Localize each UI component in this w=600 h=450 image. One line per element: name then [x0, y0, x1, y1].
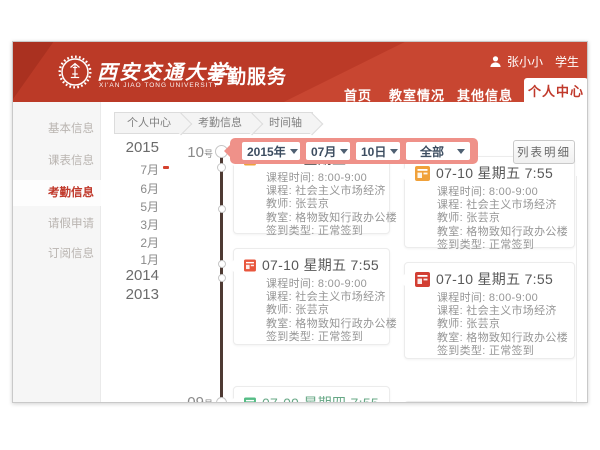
breadcrumb: 个人中心 考勤信息 时间轴	[114, 112, 313, 134]
sidebar-item-leave-request[interactable]: 请假申请	[13, 211, 101, 237]
app-header: 西安交通大学 XI'AN JIAO TONG UNIVERSITY 考勤服务 张…	[13, 42, 588, 102]
date-filter-bar: 2015年 07月 10日 全部	[230, 138, 478, 164]
attendance-card[interactable]: 07-10 星期五 7:55 课程时间: 8:00-9:00 课程: 社会主义市…	[233, 248, 390, 345]
university-logo-icon	[57, 54, 93, 90]
card-line: 教师: 张芸京	[266, 304, 379, 317]
calendar-icon	[415, 166, 430, 181]
day-select[interactable]: 10日	[356, 142, 400, 160]
calendar-icon	[244, 258, 256, 273]
card-line: 课程: 社会主义市场经济	[266, 185, 379, 198]
card-line: 课程时间: 8:00-9:00	[437, 186, 564, 199]
nav-classrooms[interactable]: 教室情况	[389, 85, 445, 102]
timeline-node	[218, 205, 226, 213]
timeline-node	[218, 274, 226, 282]
timeline-month-1[interactable]: 1月	[113, 251, 159, 268]
user-role: 学生	[555, 53, 579, 70]
user-icon	[489, 55, 502, 68]
day-group-label-09: 09号	[179, 394, 213, 403]
timeline-year-2014[interactable]: 2014	[113, 267, 159, 284]
timeline-month-5[interactable]: 5月	[113, 198, 159, 215]
timeline-node	[216, 397, 227, 404]
sidebar: 基本信息 课表信息 考勤信息 请假申请 订阅信息	[13, 102, 101, 403]
timeline-month-6[interactable]: 6月	[113, 180, 159, 197]
service-title: 考勤服务	[207, 62, 287, 89]
timeline-node	[217, 163, 226, 172]
sidebar-item-schedule-info[interactable]: 课表信息	[13, 148, 101, 174]
user-name: 张小小	[507, 53, 543, 70]
card-line: 课程: 社会主义市场经济	[266, 291, 379, 304]
timeline-year-2015[interactable]: 2015	[113, 139, 159, 156]
current-month-marker	[163, 166, 169, 169]
calendar-icon	[244, 396, 256, 404]
nav-other-info[interactable]: 其他信息	[457, 85, 513, 102]
card-title: 07-10 星期五 7:55	[262, 255, 379, 275]
card-line: 教室: 格物致知行政办公楼	[266, 212, 379, 225]
attendance-card[interactable]: 07-10 星期五 7:55 课程时间: 8:00-9:00 课程: 社会主义市…	[404, 156, 575, 248]
card-line: 教室: 格物致知行政办公楼	[437, 332, 564, 345]
card-line: 教室: 格物致知行政办公楼	[437, 226, 564, 239]
university-name-en: XI'AN JIAO TONG UNIVERSITY	[99, 82, 219, 89]
app-window: 西安交通大学 XI'AN JIAO TONG UNIVERSITY 考勤服务 张…	[12, 41, 588, 403]
caret-down-icon	[390, 149, 398, 154]
card-line: 课程: 社会主义市场经济	[437, 199, 564, 212]
sidebar-item-basic-info[interactable]: 基本信息	[13, 116, 101, 142]
card-title: 07-10 星期五 7:55	[436, 269, 553, 289]
year-select[interactable]: 2015年	[242, 142, 300, 160]
card-line: 教师: 张芸京	[437, 318, 564, 331]
type-select[interactable]: 全部	[406, 142, 470, 160]
timeline-node	[218, 260, 226, 268]
content-right-divider	[576, 176, 577, 403]
card-line: 签到类型: 正常签到	[437, 239, 564, 252]
caret-down-icon	[290, 149, 298, 154]
breadcrumb-personal-center[interactable]: 个人中心	[114, 112, 182, 134]
sidebar-item-attendance-info[interactable]: 考勤信息	[13, 180, 101, 206]
attendance-card[interactable]: 07-10 星期五 7:55 课程时间: 8:00-9:00 课程: 社会主义市…	[404, 262, 575, 359]
timeline-month-2[interactable]: 2月	[113, 234, 159, 251]
list-detail-button[interactable]: 列表明细	[513, 140, 575, 164]
card-line: 教师: 张芸京	[266, 198, 379, 211]
sidebar-item-subscription-info[interactable]: 订阅信息	[13, 241, 101, 267]
card-line: 课程时间: 8:00-9:00	[266, 172, 379, 185]
nav-personal-center-active-tab[interactable]: 个人中心	[524, 78, 588, 102]
calendar-icon	[415, 272, 430, 287]
card-line: 课程: 社会主义市场经济	[437, 305, 564, 318]
attendance-card-partial[interactable]	[404, 401, 575, 403]
card-line: 签到类型: 正常签到	[437, 345, 564, 358]
attendance-card[interactable]: 07-09 星期四 7:55	[233, 386, 390, 403]
card-title: 07-09 星期四 7:55	[262, 393, 379, 403]
card-line: 教师: 张芸京	[437, 212, 564, 225]
caret-down-icon	[457, 149, 465, 154]
timeline-year-2013[interactable]: 2013	[113, 286, 159, 303]
caret-down-icon	[340, 149, 348, 154]
user-info[interactable]: 张小小 学生	[489, 53, 579, 70]
timeline-month-7[interactable]: 7月	[113, 161, 159, 178]
card-line: 签到类型: 正常签到	[266, 225, 379, 238]
card-line: 教室: 格物致知行政办公楼	[266, 318, 379, 331]
card-title: 07-10 星期五 7:55	[436, 163, 553, 183]
card-line: 课程时间: 8:00-9:00	[266, 278, 379, 291]
card-line: 课程时间: 8:00-9:00	[437, 292, 564, 305]
timeline-month-3[interactable]: 3月	[113, 216, 159, 233]
card-line: 签到类型: 正常签到	[266, 331, 379, 344]
nav-home[interactable]: 首页	[344, 85, 372, 102]
breadcrumb-attendance-info[interactable]: 考勤信息	[182, 112, 253, 134]
day-group-label-10: 10号	[179, 144, 213, 162]
month-select[interactable]: 07月	[306, 142, 350, 160]
